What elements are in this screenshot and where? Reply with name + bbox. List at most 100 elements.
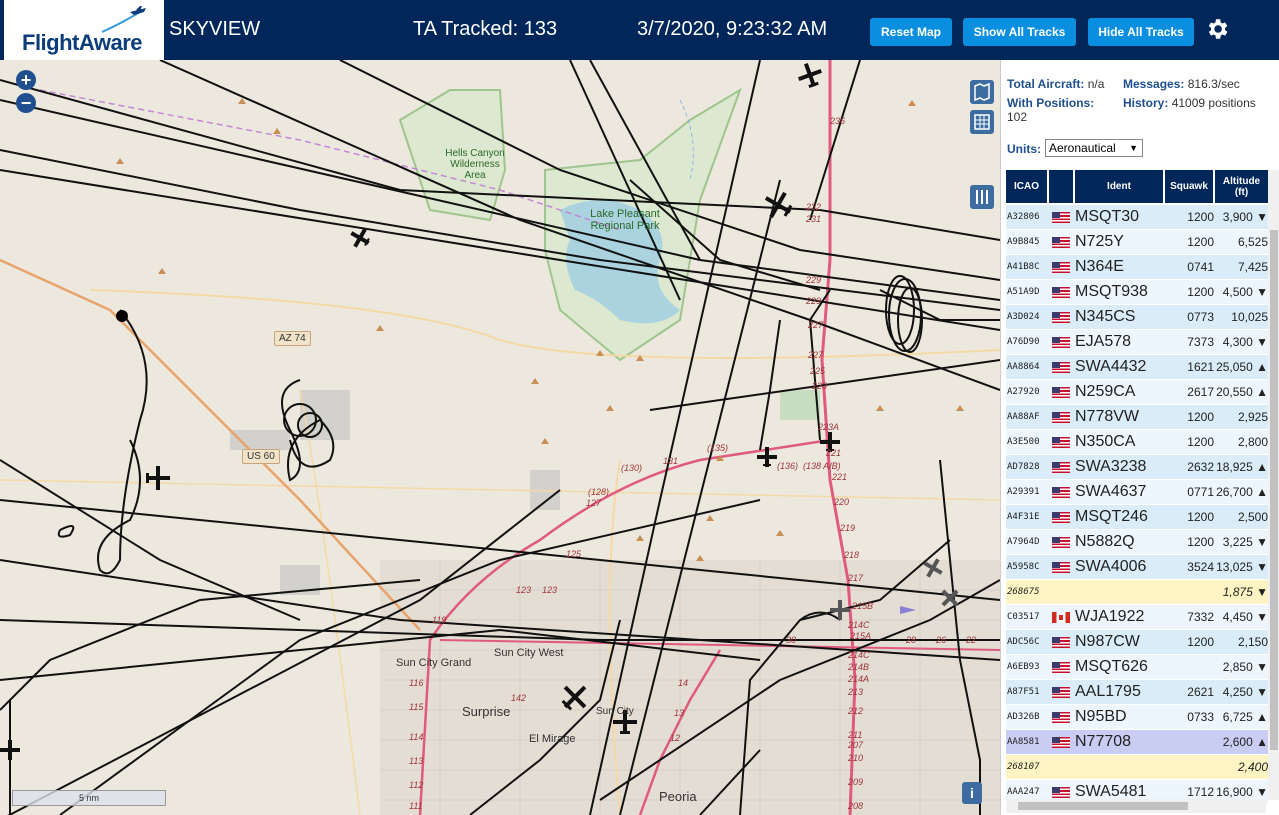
squawk-cell: 1200 <box>1187 285 1214 299</box>
site-title: SKYVIEW <box>169 18 261 40</box>
units-select[interactable]: Aeronautical ▼ <box>1045 139 1143 157</box>
place-sun-city-grand: Sun City Grand <box>396 657 472 669</box>
us-flag-icon <box>1052 787 1070 798</box>
table-row[interactable]: AA8864 SWA4432 1621 25,050 ▲ <box>1006 355 1268 379</box>
table-row[interactable]: 268675 1,875 ▼ <box>1006 580 1268 604</box>
table-row[interactable]: A4F31E MSQT246 1200 2,500 <box>1006 505 1268 529</box>
us-flag-icon <box>1052 362 1070 373</box>
flag-cell <box>1050 655 1072 679</box>
aircraft-panel: Total Aircraft: n/a Messages: 816.3/sec … <box>1000 60 1279 815</box>
squawk-cell: 1200 <box>1187 535 1214 549</box>
exit-label: 22 <box>966 635 977 645</box>
flag-cell <box>1050 680 1072 704</box>
total-aircraft-stat: Total Aircraft: n/a <box>1007 77 1104 91</box>
squawk-cell: 2621 <box>1187 685 1214 699</box>
flag-cell <box>1050 480 1072 504</box>
exit-label: (136) <box>777 461 799 471</box>
map-view[interactable]: Hells Canyon Wilderness Area Lake Pleasa… <box>0 60 1000 815</box>
reset-map-button[interactable]: Reset Map <box>870 18 952 46</box>
table-row[interactable]: A6EB93 MSQT626 2,850 ▼ <box>1006 655 1268 679</box>
flag-cell <box>1050 230 1072 254</box>
hide-all-tracks-button[interactable]: Hide All Tracks <box>1088 18 1194 46</box>
top-bar: FlightAware SKYVIEW TA Tracked: 133 3/7/… <box>0 0 1279 60</box>
tracked-count: TA Tracked: 133 <box>413 18 558 40</box>
table-row[interactable]: A27920 N259CA 2617 20,550 ▲ <box>1006 380 1268 404</box>
table-row[interactable]: AA88AF N778VW 1200 2,925 <box>1006 405 1268 429</box>
squawk-cell: 7373 <box>1187 335 1214 349</box>
columns-icon[interactable] <box>970 185 994 209</box>
icao-cell: A3D024 <box>1007 312 1040 322</box>
column-header-ident[interactable]: Ident <box>1075 170 1163 203</box>
altitude-cell: 4,250 ▼ <box>1222 685 1268 699</box>
exit-label: 113 <box>409 756 424 766</box>
us-flag-icon <box>1052 237 1070 248</box>
altitude-cell: 3,225 ▼ <box>1222 535 1268 549</box>
table-row[interactable]: 268107 2,400 <box>1006 755 1268 779</box>
table-row[interactable]: A3E500 N350CA 1200 2,800 <box>1006 430 1268 454</box>
horizontal-scrollbar[interactable] <box>1006 799 1266 813</box>
us-flag-icon <box>1052 262 1070 273</box>
column-header-altitude[interactable]: Altitude (ft) <box>1215 170 1268 203</box>
flag-cell <box>1050 555 1072 579</box>
flag-cell <box>1050 380 1072 404</box>
ident-cell: SWA4637 <box>1075 483 1147 500</box>
table-row[interactable]: A29391 SWA4637 0771 26,700 ▲ <box>1006 480 1268 504</box>
info-icon[interactable]: i <box>962 782 982 804</box>
horizontal-scrollbar-thumb[interactable] <box>1018 802 1188 810</box>
table-row[interactable]: A87F51 AAL1795 2621 4,250 ▼ <box>1006 680 1268 704</box>
flag-cell <box>1050 205 1072 229</box>
table-row[interactable]: A32806 MSQT30 1200 3,900 ▼ <box>1006 205 1268 229</box>
flag-cell <box>1050 330 1072 354</box>
vertical-scrollbar-thumb[interactable] <box>1270 230 1278 750</box>
altitude-cell: 2,500 <box>1237 510 1268 524</box>
column-header-flag[interactable] <box>1049 170 1073 203</box>
column-header-icao[interactable]: ICAO <box>1006 170 1047 203</box>
ident-cell: MSQT626 <box>1075 658 1148 675</box>
table-row[interactable]: A41B8C N364E 0741 7,425 <box>1006 255 1268 279</box>
table-row[interactable]: C03517 WJA1922 7332 4,450 ▼ <box>1006 605 1268 629</box>
exit-label: 112 <box>409 780 424 790</box>
icao-cell: 268675 <box>1007 587 1040 597</box>
table-row[interactable]: A51A9D MSQT938 1200 4,500 ▼ <box>1006 280 1268 304</box>
squawk-cell: 3524 <box>1187 560 1214 574</box>
with-positions-label: With Positions: <box>1007 96 1095 110</box>
ident-cell: MSQT30 <box>1075 208 1140 225</box>
vertical-scrollbar[interactable] <box>1268 170 1279 800</box>
exit-label: 217 <box>848 573 864 583</box>
ident-cell: SWA4006 <box>1075 558 1147 575</box>
show-all-tracks-button[interactable]: Show All Tracks <box>963 18 1076 46</box>
table-row[interactable]: A7964D N5882Q 1200 3,225 ▼ <box>1006 530 1268 554</box>
messages-label: Messages: <box>1123 77 1185 91</box>
icao-cell: A5958C <box>1007 562 1040 572</box>
table-row[interactable]: A3D024 N345CS 0773 10,025 <box>1006 305 1268 329</box>
zoom-out-button[interactable]: − <box>16 93 36 113</box>
icao-cell: C03517 <box>1007 612 1040 622</box>
table-row[interactable]: AA8581 N77708 2,600 ▲ <box>1006 730 1268 754</box>
table-row[interactable]: A76D90 EJA578 7373 4,300 ▼ <box>1006 330 1268 354</box>
exit-label: 28 <box>906 635 917 645</box>
flag-cell <box>1050 530 1072 554</box>
grid-icon[interactable] <box>970 110 994 134</box>
altitude-cell: 20,550 ▲ <box>1216 385 1268 399</box>
ident-cell: SWA4432 <box>1075 358 1147 375</box>
exit-label: 208 <box>848 801 864 811</box>
exit-label: (130) <box>621 463 643 473</box>
squawk-cell: 2632 <box>1187 460 1214 474</box>
altitude-cell: 2,600 ▲ <box>1222 735 1268 749</box>
table-row[interactable]: AD326B N95BD 0733 6,725 ▲ <box>1006 705 1268 729</box>
table-row[interactable]: A5958C SWA4006 3524 13,025 ▼ <box>1006 555 1268 579</box>
map-layer-icon[interactable] <box>970 80 994 104</box>
flightaware-logo[interactable]: FlightAware <box>4 0 164 60</box>
table-row[interactable]: AD7828 SWA3238 2632 18,925 ▲ <box>1006 455 1268 479</box>
column-header-squawk[interactable]: Squawk <box>1165 170 1213 203</box>
squawk-cell: 2617 <box>1187 385 1214 399</box>
exit-label: 116 <box>409 678 424 688</box>
flag-cell <box>1050 355 1072 379</box>
table-row[interactable]: A9B845 N725Y 1200 6,525 <box>1006 230 1268 254</box>
gear-icon[interactable] <box>1204 16 1230 42</box>
table-row[interactable]: ADC56C N987CW 1200 2,150 <box>1006 630 1268 654</box>
zoom-in-button[interactable]: + <box>16 70 36 90</box>
exit-label: 215A <box>850 631 872 641</box>
icao-cell: A51A9D <box>1007 287 1040 297</box>
flag-cell <box>1050 305 1072 329</box>
